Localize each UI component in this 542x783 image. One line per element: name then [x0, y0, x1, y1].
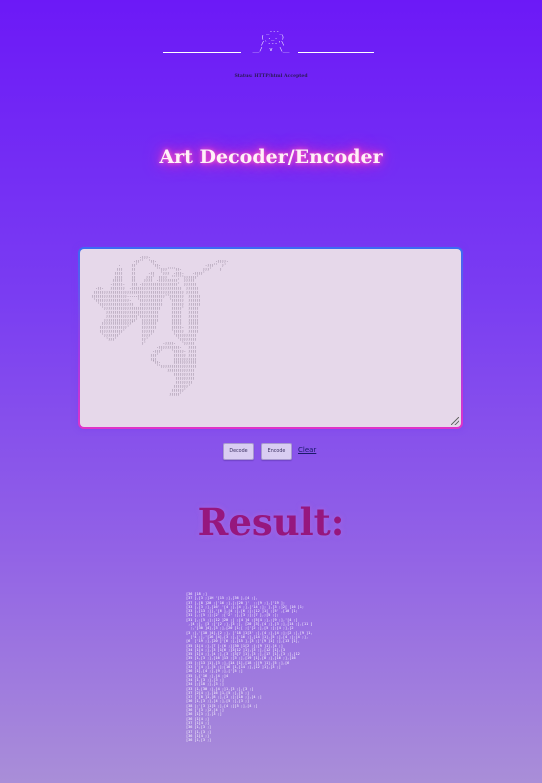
- art-input-textarea[interactable]: .;;;. .;;'' ';;. .;;;;. . ;;' ';;. .;;;'…: [78, 247, 463, 429]
- encode-button[interactable]: Encode: [261, 443, 292, 460]
- clear-link[interactable]: Clear: [298, 446, 316, 454]
- result-output: [36 ]18 ;] [37 ],[3 ;]1H '[15 ;],[36 ],[…: [186, 592, 313, 743]
- header-divider-left: [163, 52, 241, 53]
- header-divider-right: [298, 52, 374, 53]
- result-heading: Result:: [197, 500, 345, 544]
- header-ascii-art: _---_ ( ._. ) /`---'\ __/ v \__: [252, 29, 290, 53]
- resize-handle-icon[interactable]: [451, 417, 459, 425]
- status-text: Status: HTTP/html Accepted: [234, 74, 308, 79]
- decode-button[interactable]: Decode: [223, 443, 254, 460]
- page-title: Art Decoder/Encoder: [159, 146, 383, 168]
- textarea-content[interactable]: .;;;. .;;'' ';;. .;;;;. . ;;' ';;. .;;;'…: [80, 249, 461, 397]
